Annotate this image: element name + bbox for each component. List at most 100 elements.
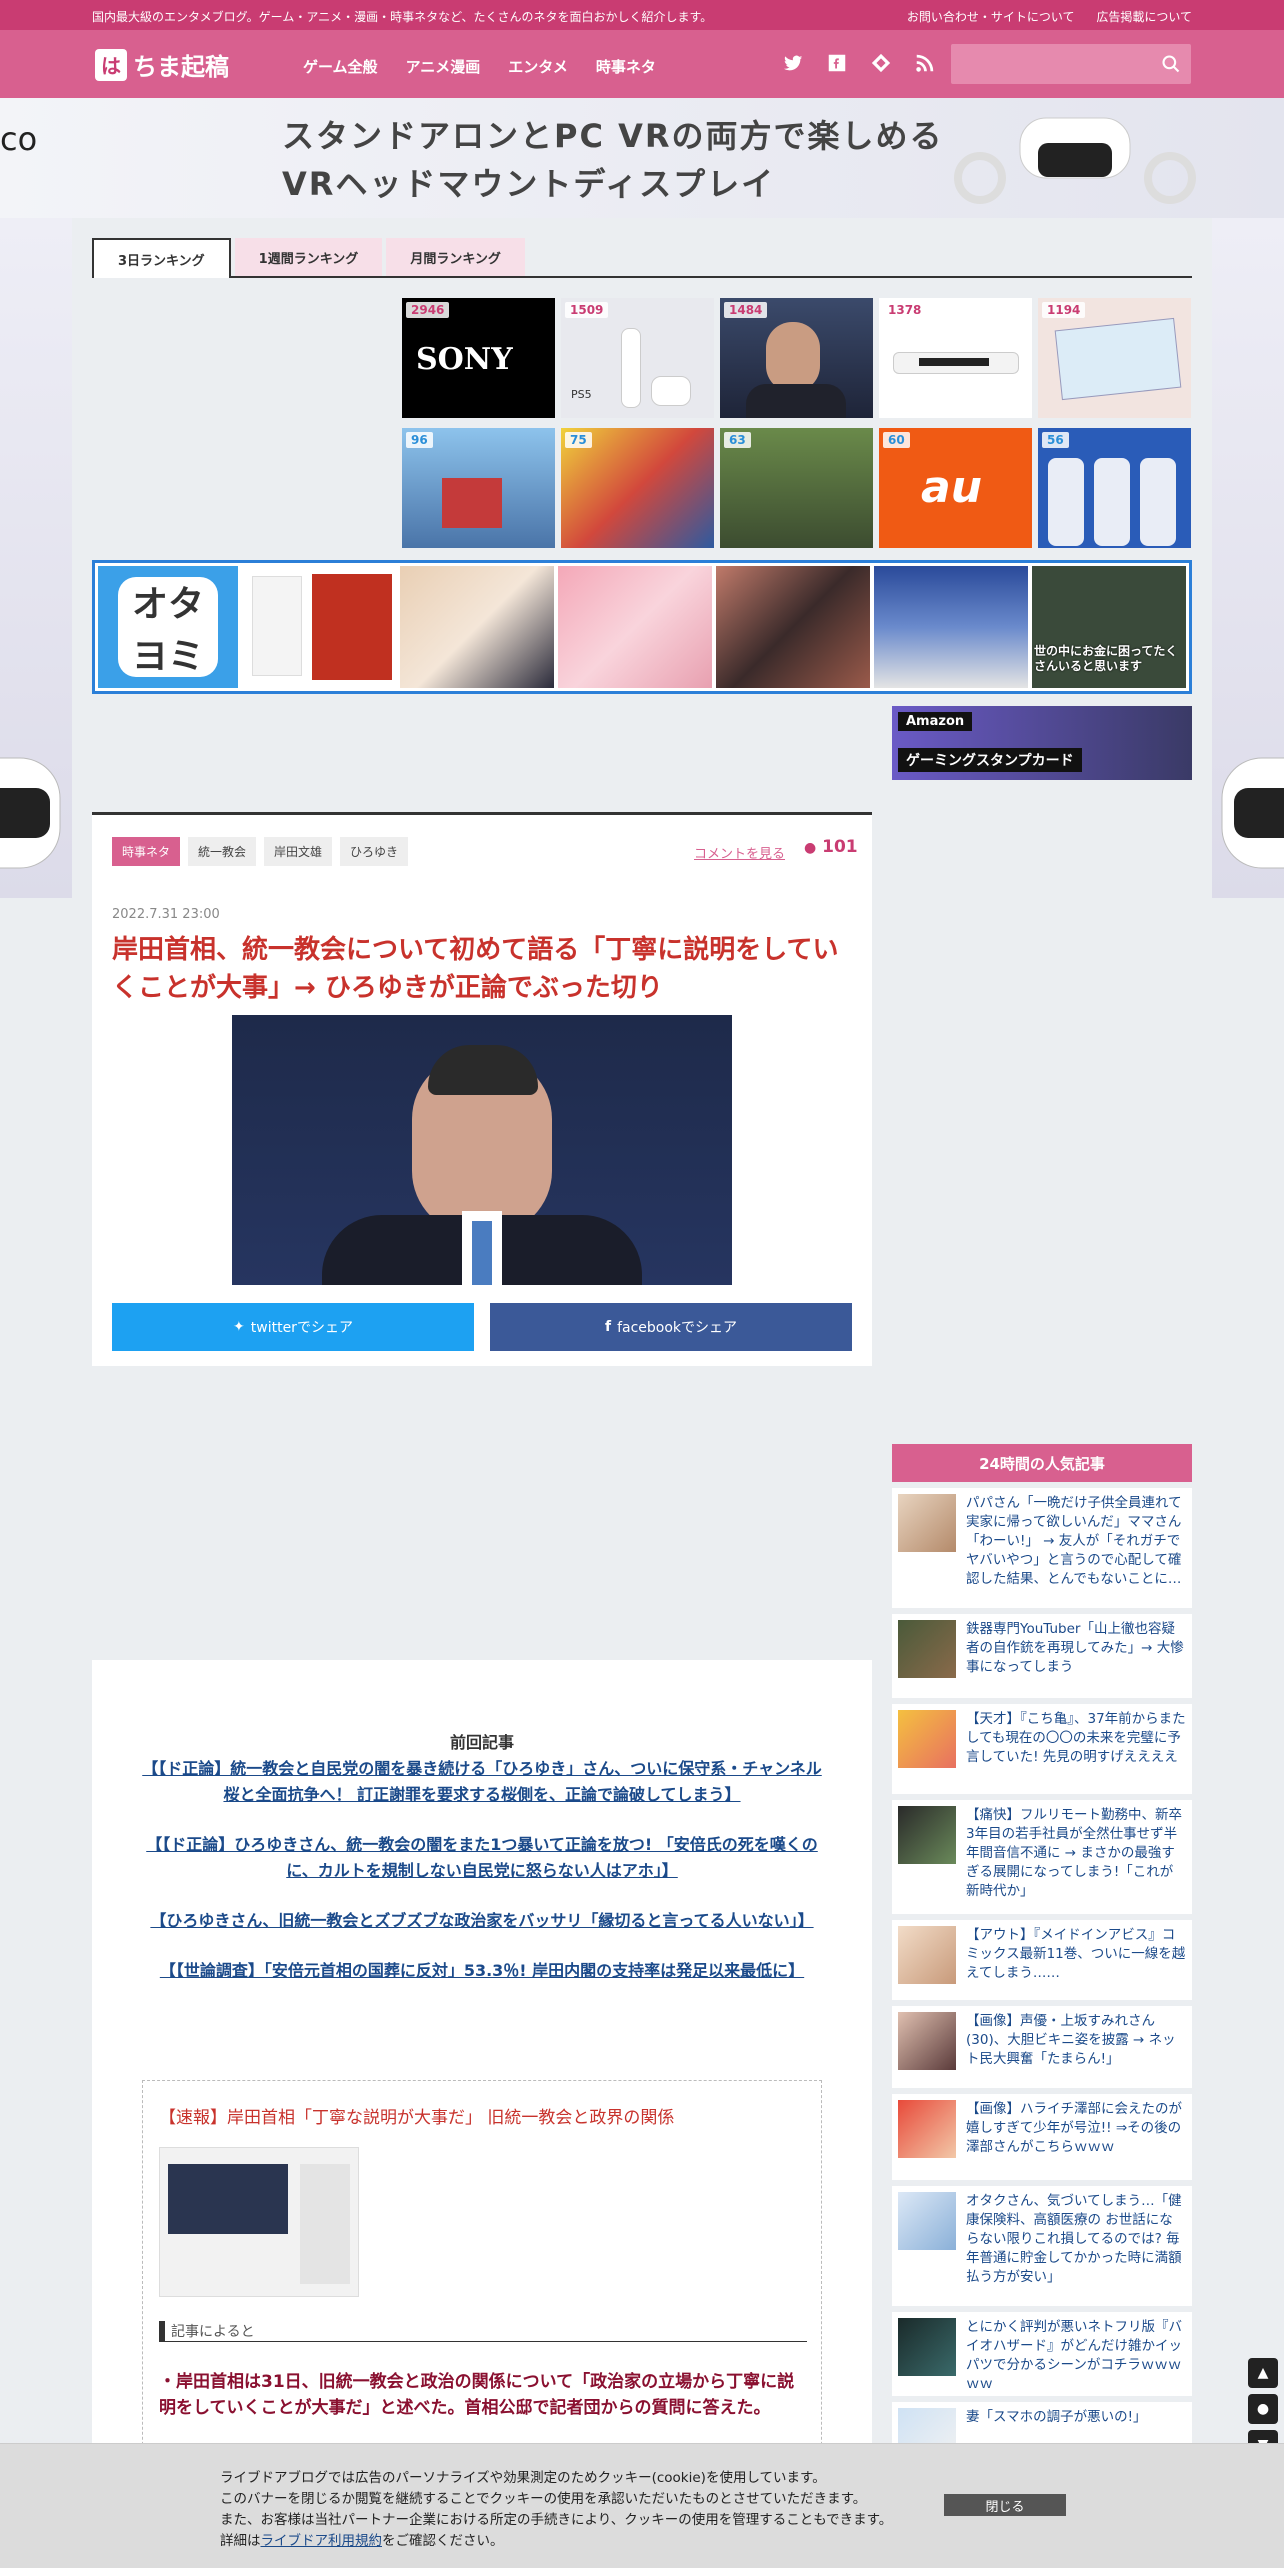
ranking-thumb[interactable]: 56 (1038, 428, 1191, 548)
tab-3day[interactable]: 3日ランキング (92, 238, 231, 278)
article-title: 岸田首相、統一教会について初めて語る「丁寧に説明をしていくことが大事」→ ひろゆ… (112, 935, 839, 1003)
cookie-text: ライブドアブログでは広告のパーソナライズや効果測定のためクッキー(cookie)… (220, 2468, 892, 2552)
scroll-top-button[interactable]: ▲ (1248, 2358, 1278, 2388)
amazon-ad[interactable]: Amazon ゲーミングスタンプカード (892, 706, 1192, 780)
nav-game[interactable]: ゲーム全般 (303, 56, 378, 77)
category-tag[interactable]: ひろゆき (340, 837, 409, 866)
popular-item[interactable]: 【画像】声優・上坂すみれさん(30)、大胆ビキニ姿を披露 → ネット民大興奮「た… (892, 2006, 1192, 2088)
search-icon[interactable] (1161, 54, 1181, 74)
comment-icon: ● (1256, 2401, 1270, 2417)
cookie-close-button[interactable]: 閉じる (944, 2494, 1066, 2516)
popular-item-text: パパさん「一晩だけ子供全員連れて実家に帰って欲しいんだ」ママさん「わーい!」 →… (966, 1495, 1182, 1587)
popular-thumb (898, 1806, 956, 1864)
ranking-thumb[interactable]: 63 (720, 428, 873, 548)
tweet-count: 75 (565, 432, 592, 448)
nav-anime[interactable]: アニメ漫画 (406, 56, 481, 77)
site-header: は ちま起稿 ゲーム全般 アニメ漫画 エンタメ 時事ネタ (0, 30, 1284, 98)
popular-thumb (898, 1494, 956, 1552)
otayomi-thumb[interactable] (874, 566, 1028, 688)
popular-item[interactable]: 鉄器専門YouTuber「山上徹也容疑者の自作銃を再現してみた」→ 大惨事になっ… (892, 1614, 1192, 1698)
otayomi-thumb[interactable] (558, 566, 712, 688)
popular-item[interactable]: パパさん「一晩だけ子供全員連れて実家に帰って欲しいんだ」ママさん「わーい!」 →… (892, 1488, 1192, 1608)
contact-link[interactable]: お問い合わせ・サイトについて (907, 10, 1075, 24)
twitter-icon[interactable] (782, 52, 804, 74)
thumb-label: au (921, 462, 983, 513)
site-logo[interactable]: は ちま起稿 (95, 47, 229, 82)
cookie-line: ライブドアブログでは広告のパーソナライズや効果測定のためクッキー(cookie)… (220, 2470, 826, 2486)
share-facebook-button[interactable]: f facebookでシェア (490, 1303, 852, 1351)
previous-heading: 前回記事 (449, 1733, 514, 1752)
source-screenshot[interactable] (159, 2147, 359, 2297)
previous-article-link[interactable]: 【【ド正論】統一教会と自民党の闇を暴き続ける「ひろゆき」さん、ついに保守系・チャ… (142, 1756, 822, 1808)
article-photo (232, 1015, 732, 1285)
nav-news[interactable]: 時事ネタ (596, 56, 656, 77)
previous-article-link[interactable]: 【【ド正論】ひろゆきさん、統一教会の闇をまた1つ暴いて正論を放つ! 「安倍氏の死… (142, 1832, 822, 1884)
nav-entame[interactable]: エンタメ (508, 56, 568, 77)
comment-count[interactable]: ● 101 (804, 837, 858, 857)
banner-line-1: スタンドアロンとPC VRの両方で楽しめる (282, 117, 944, 155)
category-tag[interactable]: 統一教会 (188, 837, 257, 866)
ranking-thumb[interactable]: 1194 (1038, 298, 1191, 418)
facebook-icon[interactable] (826, 52, 848, 74)
tab-month[interactable]: 月間ランキング (386, 238, 525, 276)
side-ad-right[interactable] (1212, 218, 1284, 898)
ad-link[interactable]: 広告掲載について (1096, 10, 1192, 24)
tab-1week[interactable]: 1週間ランキング (234, 238, 383, 276)
cookie-line: 詳細はライブドア利用規約をご確認ください。 (220, 2531, 892, 2552)
category-tag[interactable]: 岸田文雄 (264, 837, 333, 866)
source-title[interactable]: 【速報】岸田首相「丁寧な説明が大事だ」 旧統一教会と政界の関係 (159, 2103, 674, 2128)
otayomi-thumb[interactable] (242, 566, 396, 688)
top-bar: 国内最大級のエンタメブログ。ゲーム・アニメ・漫画・時事ネタなど、たくさんのネタを… (0, 0, 1284, 30)
cookie-banner: ライブドアブログでは広告のパーソナライズや効果測定のためクッキー(cookie)… (0, 2443, 1284, 2568)
share-facebook-label: facebookでシェア (617, 1320, 738, 1336)
otayomi-caption: 世の中にお金に困ってたくさんいると思います (1034, 644, 1178, 673)
banner-fragment: co (0, 120, 38, 158)
ranking-thumb[interactable]: 96 (402, 428, 555, 548)
popular-thumb (898, 2012, 956, 2070)
comment-count: 2946 (406, 302, 450, 318)
previous-article-link[interactable]: 【ひろゆきさん、旧統一教会とズブズブな政治家をバッサリ「縁切ると言ってる人いない… (142, 1908, 822, 1934)
view-comments-link[interactable]: コメントを見る (694, 843, 785, 862)
popular-item-text: 【アウト】『メイドインアビス』コミックス最新11巻、ついに一線を越えてしまう…… (966, 1927, 1186, 1981)
facebook-icon: f (604, 1319, 612, 1335)
ranking-thumb[interactable]: 1509 PS5 (561, 298, 714, 418)
share-twitter-button[interactable]: ✦ twitterでシェア (112, 1303, 474, 1351)
ad-banner[interactable]: co スタンドアロンとPC VRの両方で楽しめる VRヘッドマウントディスプレイ (0, 98, 1284, 218)
ranking-thumb[interactable]: 60 au (879, 428, 1032, 548)
logo-text: ちま起稿 (133, 53, 229, 81)
ranking-thumb[interactable]: 2946 SONY (402, 298, 555, 418)
popular-item[interactable]: 【アウト】『メイドインアビス』コミックス最新11巻、ついに一線を越えてしまう…… (892, 1920, 1192, 2000)
popular-item[interactable]: 【痛快】フルリモート勤務中、新卒3年目の若手社員が全然仕事せず半年間音信不通に … (892, 1800, 1192, 1914)
ranking-thumb[interactable]: 1378 (879, 298, 1032, 418)
popular-item[interactable]: とにかく評判が悪いネトフリ版『バイオハザード』がどんだけ雑かイッパツで分かるシー… (892, 2312, 1192, 2396)
feedly-icon[interactable] (870, 52, 892, 74)
tweet-count: 63 (724, 432, 751, 448)
search-input[interactable] (951, 44, 1191, 84)
terms-link[interactable]: ライブドア利用規約 (261, 2533, 383, 2549)
otayomi-banner[interactable]: オタ ヨミ 世の中にお金に困ってたくさんいると思います (92, 560, 1192, 694)
popular-item[interactable]: オタクさん、気づいてしまう…「健康保険料、高額医療の お世話にならない限りこれ損… (892, 2186, 1192, 2306)
popular-thumb (898, 2100, 956, 2158)
previous-article-link[interactable]: 【【世論調査】「安倍元首相の国葬に反対」53.3％! 岸田内閣の支持率は発足以来… (142, 1958, 822, 1984)
otayomi-thumb[interactable] (400, 566, 554, 688)
otayomi-thumb[interactable]: 世の中にお金に困ってたくさんいると思います (1032, 566, 1186, 688)
category-tag[interactable]: 時事ネタ (112, 837, 181, 866)
popular-thumb (898, 1926, 956, 1984)
thumb-label: PS5 (571, 388, 592, 401)
comment-count-value: 101 (822, 837, 858, 857)
cookie-detail-prefix: 詳細は (220, 2533, 261, 2549)
article-card: 時事ネタ 統一教会 岸田文雄 ひろゆき コメントを見る ● 101 2022.7… (92, 812, 872, 1366)
ranking-tabs: 3日ランキング 1週間ランキング 月間ランキング (92, 238, 1192, 278)
rss-icon[interactable] (914, 52, 936, 74)
comment-float-button[interactable]: ● (1248, 2394, 1278, 2424)
ranking-thumb[interactable]: 1484 (720, 298, 873, 418)
share-twitter-label: twitterでシェア (250, 1320, 353, 1336)
vr-headset-image (0, 757, 61, 869)
vr-headset-image (954, 117, 1196, 204)
source-excerpt: ・岸田首相は31日、旧統一教会と政治の関係について「政治家の立場から丁寧に説明を… (159, 2372, 795, 2418)
popular-item[interactable]: 【画像】ハライチ澤部に会えたのが嬉しすぎて少年が号泣!! ⇒その後の澤部さんがこ… (892, 2094, 1192, 2180)
ranking-thumb[interactable]: 75 (561, 428, 714, 548)
popular-item[interactable]: 【天才】『こち亀』、37年前からまたしても現在の〇〇の未来を完璧に予言していた!… (892, 1704, 1192, 1794)
side-ad-left[interactable] (0, 218, 72, 898)
otayomi-thumb[interactable] (716, 566, 870, 688)
